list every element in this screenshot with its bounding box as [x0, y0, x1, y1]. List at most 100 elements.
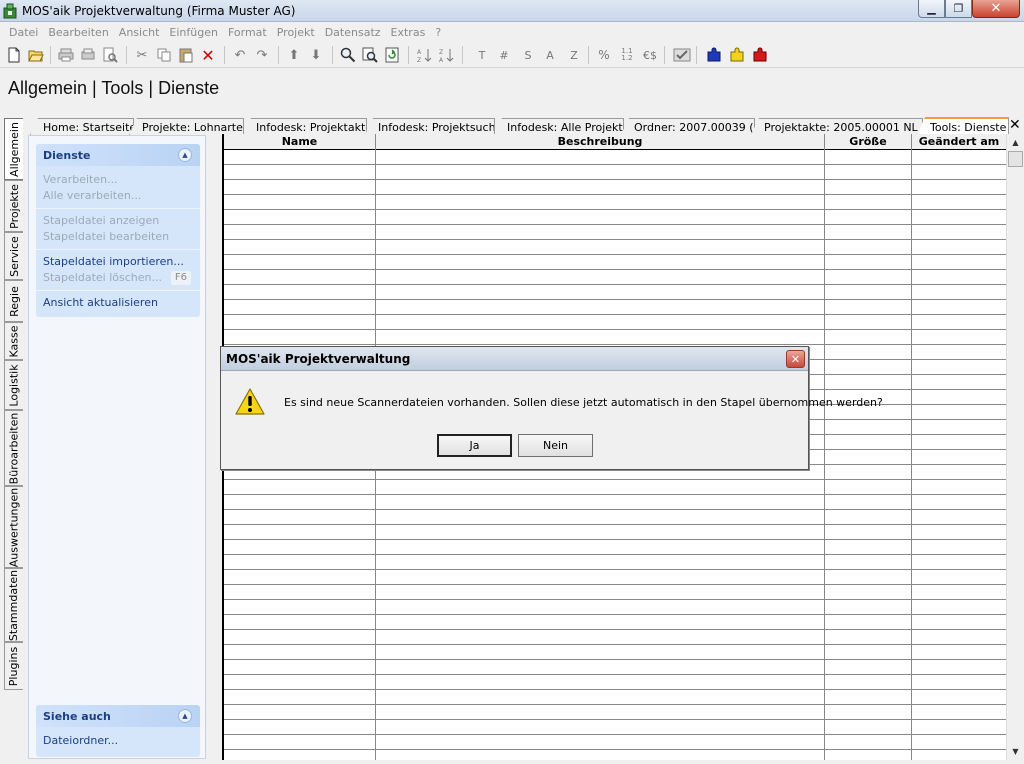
currency-icon[interactable]: €$ [640, 45, 660, 65]
number-icon[interactable]: # [494, 45, 514, 65]
dialog-title-bar[interactable]: MOS'aik Projektverwaltung ✕ [221, 347, 808, 371]
vertical-scrollbar[interactable]: ▲ ▼ [1006, 134, 1023, 760]
doc-tab-ordner[interactable]: Ordner: 2007.00039 (sor [621, 118, 755, 135]
search-icon[interactable] [338, 45, 358, 65]
title-bar: MOS'aik Projektverwaltung (Firma Muster … [0, 0, 1024, 22]
side-tab-regie[interactable]: Regie [4, 280, 23, 322]
shortcut-key: F6 [170, 271, 191, 285]
puzzle-yellow-icon[interactable] [727, 45, 747, 65]
print-icon[interactable] [56, 45, 76, 65]
puzzle-red-icon[interactable] [750, 45, 770, 65]
new-document-icon[interactable] [4, 45, 24, 65]
menu-einfuegen[interactable]: Einfügen [164, 26, 223, 39]
side-tab-kasse[interactable]: Kasse [4, 322, 23, 360]
open-folder-icon[interactable] [26, 45, 46, 65]
scroll-down-icon[interactable]: ▼ [1007, 743, 1024, 759]
menu-datei[interactable]: Datei [4, 26, 43, 39]
z-icon[interactable]: Z [564, 45, 584, 65]
side-tab-plugins[interactable]: Plugins [4, 642, 23, 690]
task-group: Stapeldatei anzeigen Stapeldatei bearbei… [36, 208, 200, 249]
task-ansicht-aktualisieren[interactable]: Ansicht aktualisieren [43, 295, 193, 311]
doc-tab-projektsuche[interactable]: Infodesk: Projektsuche [365, 118, 495, 135]
no-button[interactable]: Nein [518, 434, 593, 457]
doc-tab-tools-dienste[interactable]: Tools: Dienste [917, 117, 1009, 135]
task-stapeldatei-loeschen: Stapeldatei löschen... F6 [43, 270, 193, 286]
task-stapeldatei-importieren[interactable]: Stapeldatei importieren... [43, 254, 193, 270]
app-icon [3, 3, 17, 19]
doc-tab-projektakte[interactable]: Infodesk: Projektakte [243, 118, 367, 135]
task-verarbeiten: Verarbeiten... [43, 173, 118, 186]
print-preview-icon[interactable] [100, 45, 120, 65]
doc-tab-lohnarten[interactable]: Projekte: Lohnarten [129, 118, 244, 135]
toolbar: ✂ ✕ ↶ ↷ ⬆ ⬇ AZ ZA T # S A Z % 1.1 1.2 €$ [0, 42, 1024, 68]
side-tab-bueroarbeiten[interactable]: Büroarbeiten [4, 410, 23, 486]
side-tab-allgemein[interactable]: Allgemein [4, 118, 23, 180]
dienste-panel: Dienste ▲ Verarbeiten... Alle verarbeite… [36, 144, 200, 317]
task-dateiordner[interactable]: Dateiordner... [43, 733, 193, 749]
delete-icon[interactable]: ✕ [198, 45, 218, 65]
doc-tab-startseite[interactable]: Home: Startseite [30, 118, 134, 135]
close-window-button[interactable]: ✕ [972, 0, 1020, 18]
scroll-up-icon[interactable]: ▲ [1007, 134, 1024, 150]
refresh-icon[interactable] [382, 45, 402, 65]
a-icon[interactable]: A [540, 45, 560, 65]
column-header-beschreibung[interactable]: Beschreibung [376, 134, 825, 150]
task-alle-verarbeiten: Alle verarbeiten... [43, 189, 142, 202]
move-down-icon[interactable]: ⬇ [306, 45, 326, 65]
side-tab-stammdaten[interactable]: Stammdaten [4, 568, 23, 642]
undo-icon[interactable]: ↶ [230, 45, 250, 65]
text-icon[interactable]: T [472, 45, 492, 65]
collapse-icon[interactable]: ▲ [178, 148, 192, 162]
menu-bearbeiten[interactable]: Bearbeiten [43, 26, 113, 39]
cut-icon[interactable]: ✂ [132, 45, 152, 65]
menu-ansicht[interactable]: Ansicht [114, 26, 165, 39]
percent-icon[interactable]: % [594, 45, 614, 65]
menu-datensatz[interactable]: Datensatz [320, 26, 386, 39]
task-stapeldatei-bearbeiten: Stapeldatei bearbeiten [43, 230, 170, 243]
s-icon[interactable]: S [518, 45, 538, 65]
message-dialog: MOS'aik Projektverwaltung ✕ Es sind neue… [220, 346, 883, 470]
column-header-groesse[interactable]: Größe [825, 134, 912, 150]
dienste-panel-header[interactable]: Dienste ▲ [36, 144, 200, 166]
dialog-close-icon[interactable]: ✕ [786, 350, 805, 368]
redo-icon[interactable]: ↷ [252, 45, 272, 65]
collapse-icon[interactable]: ▲ [178, 709, 192, 723]
yes-button[interactable]: Ja [437, 434, 512, 457]
dialog-message: Es sind neue Scannerdateien vorhanden. S… [284, 396, 883, 409]
paste-icon[interactable] [176, 45, 196, 65]
menu-projekt[interactable]: Projekt [272, 26, 320, 39]
menu-extras[interactable]: Extras [386, 26, 431, 39]
side-tab-service[interactable]: Service [4, 232, 23, 280]
task-pane: Dienste ▲ Verarbeiten... Alle verarbeite… [28, 135, 206, 759]
print-setup-icon[interactable] [78, 45, 98, 65]
column-header-name[interactable]: Name [224, 134, 376, 150]
copy-icon[interactable] [154, 45, 174, 65]
decimal-icon[interactable]: 1.1 1.2 [617, 45, 637, 65]
doc-tab-projektakte-2005[interactable]: Projektakte: 2005.00001 NL Ant [751, 118, 923, 135]
doc-tab-alle-projekte[interactable]: Infodesk: Alle Projekte [494, 118, 624, 135]
minimize-button[interactable]: ▁ [918, 0, 945, 18]
dialog-title: MOS'aik Projektverwaltung [226, 352, 411, 366]
siehe-auch-panel-header[interactable]: Siehe auch ▲ [36, 705, 200, 727]
close-tab-icon[interactable]: ✕ [1009, 117, 1021, 133]
side-tab-logistik[interactable]: Logistik [4, 360, 23, 410]
maximize-button[interactable]: ❐ [945, 0, 972, 18]
task-stapeldatei-anzeigen: Stapeldatei anzeigen [43, 214, 160, 227]
puzzle-blue-icon[interactable] [704, 45, 724, 65]
menu-help[interactable]: ? [430, 26, 446, 39]
scroll-thumb[interactable] [1008, 151, 1023, 167]
task-group: Verarbeiten... Alle verarbeiten... [36, 166, 200, 208]
svg-text:A: A [417, 49, 422, 56]
sort-descending-icon[interactable]: ZA [436, 45, 456, 65]
side-tab-auswertungen[interactable]: Auswertungen [4, 486, 23, 568]
side-tab-projekte[interactable]: Projekte [4, 180, 23, 232]
side-tab-bar: Allgemein Projekte Service Regie Kasse L… [0, 116, 26, 764]
sort-ascending-icon[interactable]: AZ [414, 45, 434, 65]
menu-format[interactable]: Format [223, 26, 272, 39]
task-group: Stapeldatei importieren... Stapeldatei l… [36, 249, 200, 290]
task-group: Ansicht aktualisieren [36, 290, 200, 317]
checkmark-icon[interactable] [672, 45, 692, 65]
find-icon[interactable] [360, 45, 380, 65]
move-up-icon[interactable]: ⬆ [284, 45, 304, 65]
column-header-geaendert[interactable]: Geändert am [912, 134, 1006, 150]
